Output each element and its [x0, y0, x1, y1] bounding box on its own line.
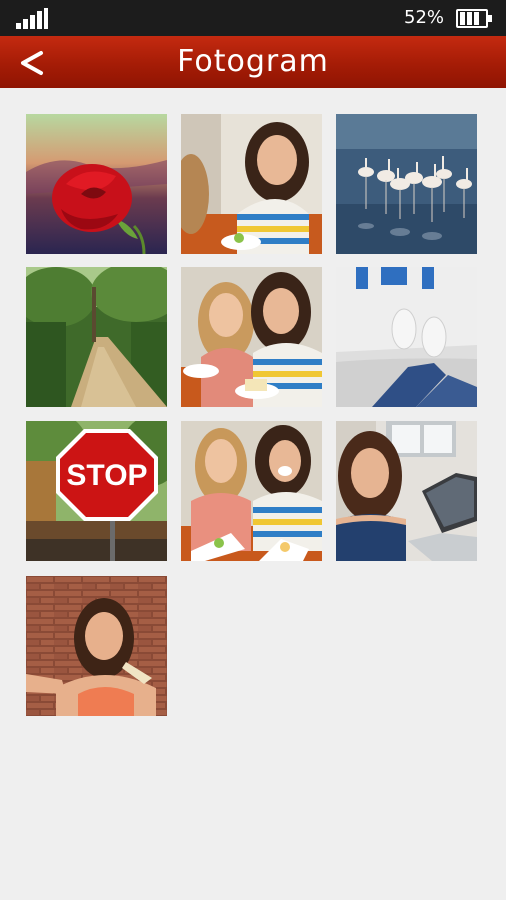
status-bar: 52%: [0, 0, 506, 36]
battery-percent: 52%: [404, 7, 445, 28]
photo-thumbnail-woman-laptop[interactable]: [336, 421, 477, 561]
photo-thumbnail-two-women-selfie[interactable]: [181, 267, 322, 407]
app-bar: Fotogram: [0, 36, 506, 88]
signal-bars-icon: [16, 8, 48, 29]
battery-icon: [456, 9, 492, 28]
photo-thumbnail-garden-path[interactable]: [26, 267, 167, 407]
photo-thumbnail-rose[interactable]: [26, 114, 167, 254]
photo-thumbnail-woman-selfie[interactable]: [181, 114, 322, 254]
photo-thumbnail-brick-wall-selfie[interactable]: [26, 576, 167, 716]
photo-thumbnail-two-women-table[interactable]: [181, 421, 322, 561]
stop-sign-text: STOP: [66, 459, 147, 492]
photo-thumbnail-feet-on-bed[interactable]: [336, 267, 477, 407]
page-title: Fotogram: [177, 44, 329, 79]
photo-thumbnail-stop-sign[interactable]: STOP: [26, 421, 167, 561]
photo-thumbnail-flamingos[interactable]: [336, 114, 477, 254]
